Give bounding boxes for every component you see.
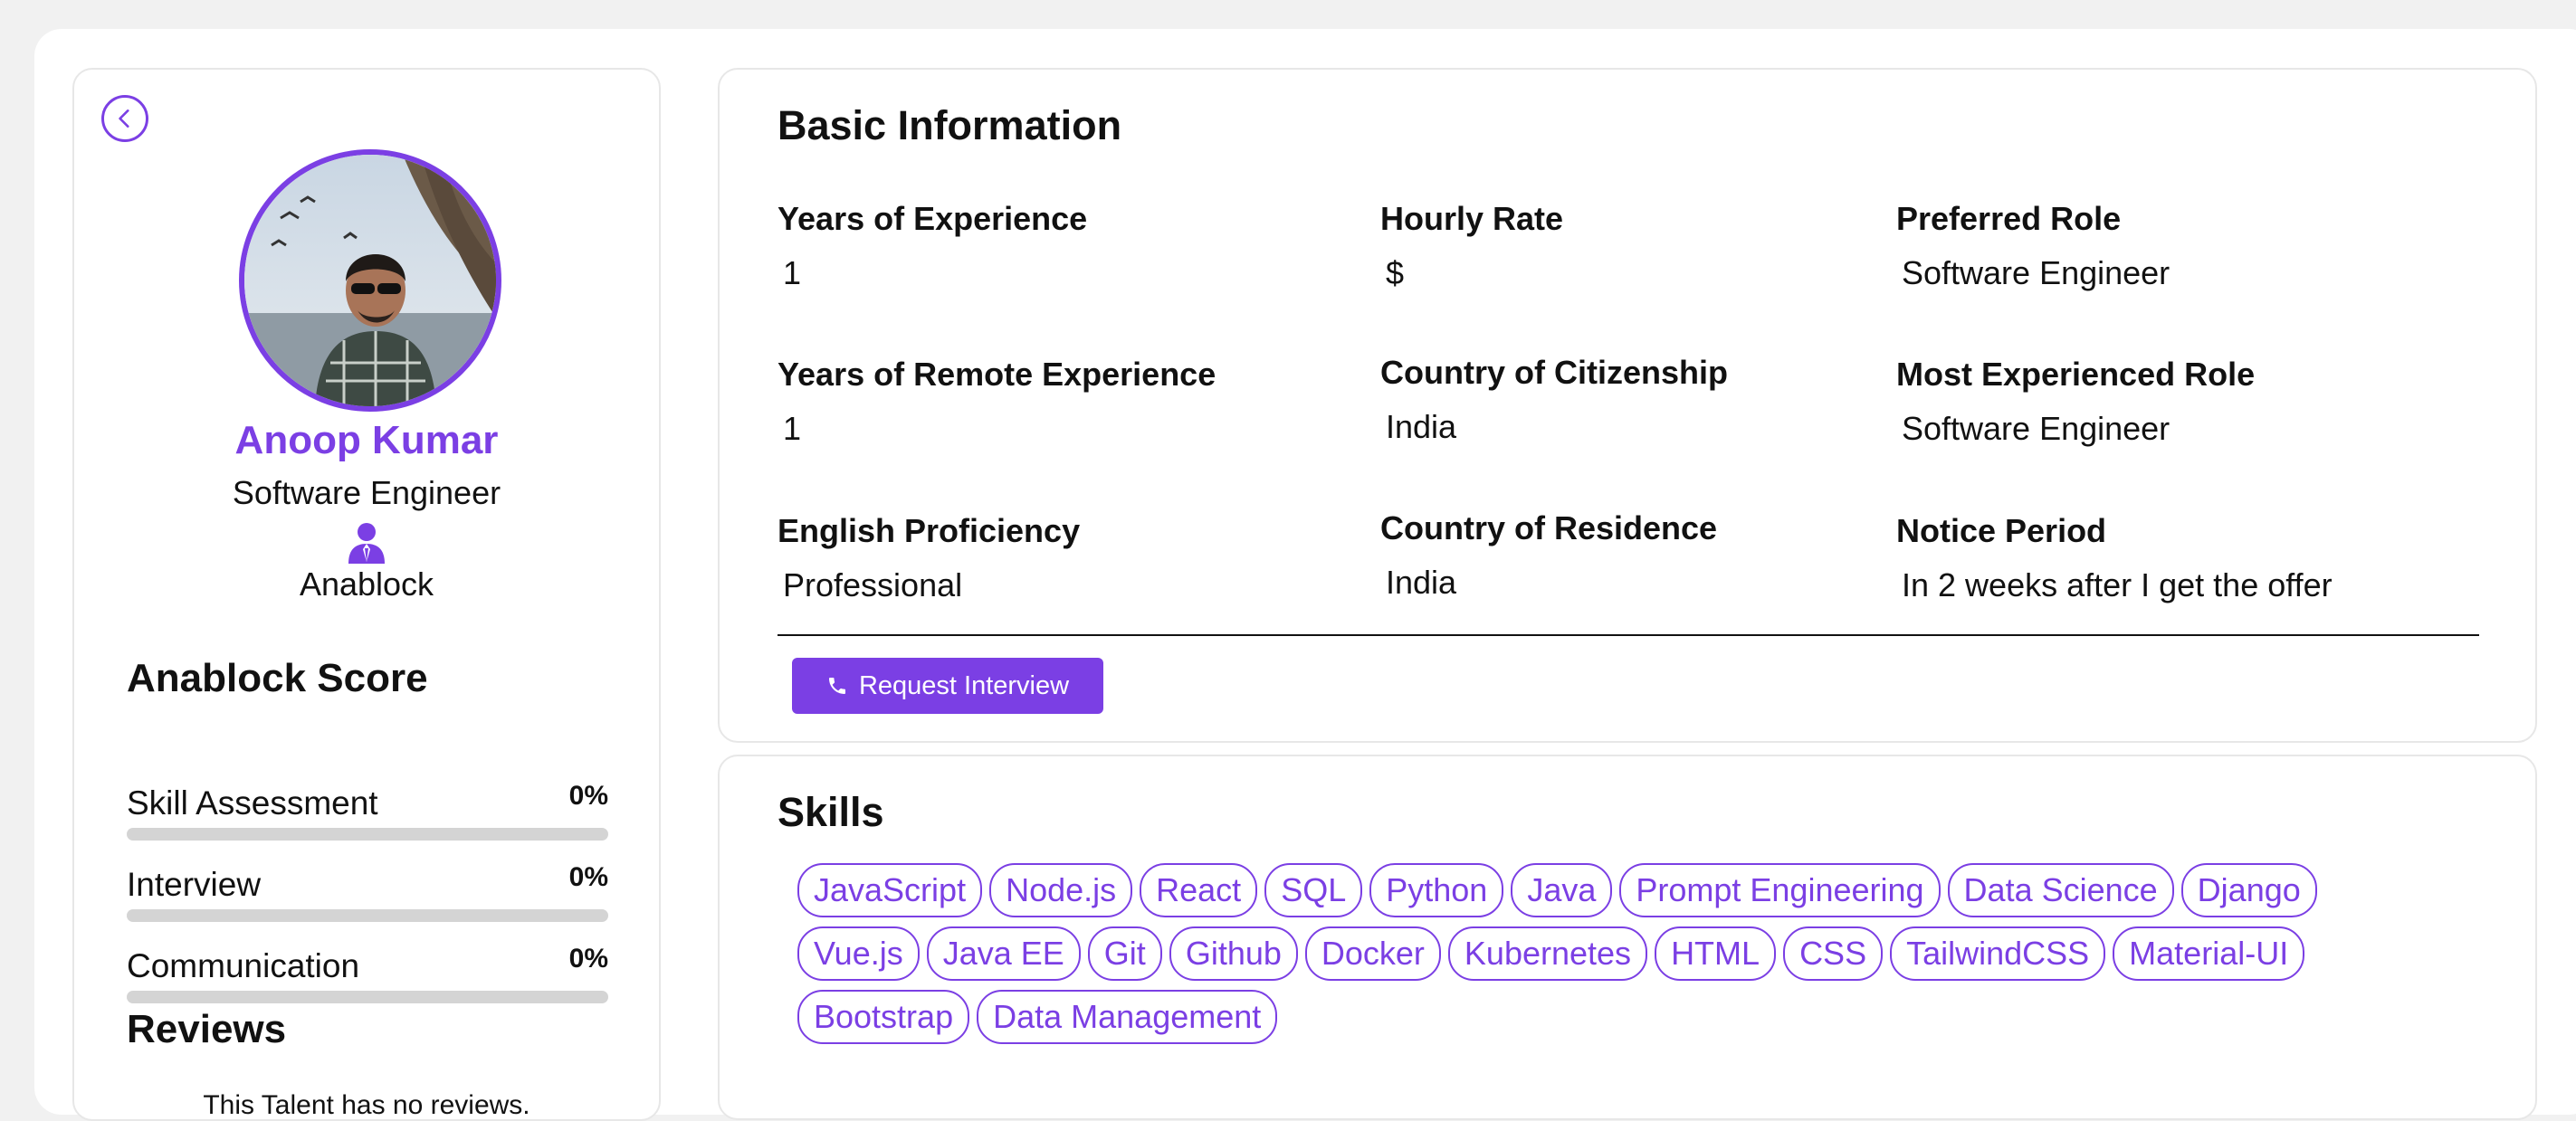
field-country-residence: Country of Residence India: [1380, 509, 1717, 602]
score-progress-bar: [127, 828, 608, 841]
basic-info-title: Basic Information: [778, 102, 1122, 148]
field-label: Country of Citizenship: [1380, 354, 1728, 391]
field-country-citizenship: Country of Citizenship India: [1380, 354, 1728, 446]
phone-icon: [828, 678, 845, 694]
field-label: Notice Period: [1896, 512, 2107, 549]
skill-tag[interactable]: JavaScript: [797, 863, 983, 917]
field-value: Software Engineer: [1902, 254, 2171, 291]
request-interview-button[interactable]: Request Interview: [792, 658, 1103, 714]
score-label: Communication: [127, 947, 360, 984]
field-value: Software Engineer: [1902, 410, 2171, 447]
profile-card: Anoop Kumar Software Engineer Anablock A…: [72, 68, 661, 1121]
field-label: English Proficiency: [778, 512, 1081, 549]
score-progress-bar: [127, 909, 608, 922]
skill-tag[interactable]: HTML: [1655, 926, 1777, 981]
skill-tag[interactable]: Python: [1369, 863, 1504, 917]
skill-tag[interactable]: Data Management: [977, 990, 1278, 1044]
field-label: Years of Remote Experience: [778, 356, 1216, 393]
field-preferred-role: Preferred Role Software Engineer: [1896, 200, 2170, 292]
skill-tag[interactable]: SQL: [1264, 863, 1363, 917]
field-label: Years of Experience: [778, 200, 1088, 237]
skills-title: Skills: [778, 789, 884, 835]
field-notice-period: Notice Period In 2 weeks after I get the…: [1896, 512, 2333, 604]
field-value: 1: [783, 254, 802, 291]
skill-tag[interactable]: Vue.js: [797, 926, 920, 981]
skills-tag-list: JavaScript Node.js React SQL Python Java…: [797, 863, 2427, 1044]
skill-tag[interactable]: Django: [2180, 863, 2317, 917]
field-value: India: [1386, 408, 1457, 445]
skills-card: Skills JavaScript Node.js React SQL Pyth…: [718, 755, 2537, 1120]
skill-tag[interactable]: Data Science: [1947, 863, 2174, 917]
profile-role: Software Engineer: [232, 474, 501, 511]
basic-info-card: Basic Information Years of Experience 1 …: [718, 68, 2537, 743]
score-percent: 0%: [568, 862, 608, 892]
field-label: Country of Residence: [1380, 509, 1718, 546]
score-percent: 0%: [568, 944, 608, 974]
score-percent: 0%: [568, 781, 608, 811]
field-english-proficiency: English Proficiency Professional: [778, 512, 1080, 604]
skill-tag[interactable]: Java: [1511, 863, 1613, 917]
score-label: Interview: [127, 866, 262, 903]
field-most-experienced-role: Most Experienced Role Software Engineer: [1896, 356, 2255, 448]
skill-tag[interactable]: TailwindCSS: [1890, 926, 2106, 981]
profile-company: Anablock: [299, 565, 434, 603]
chevron-left-icon: [119, 109, 129, 128]
user-tie-icon: [348, 523, 385, 564]
divider: [778, 634, 2479, 636]
avatar: [239, 149, 501, 412]
skill-tag[interactable]: Github: [1169, 926, 1298, 981]
skill-tag[interactable]: CSS: [1783, 926, 1884, 981]
field-value: 1: [783, 410, 802, 447]
skill-tag[interactable]: React: [1140, 863, 1258, 917]
field-value: Professional: [783, 566, 963, 603]
skill-tag[interactable]: Prompt Engineering: [1619, 863, 1941, 917]
skill-tag[interactable]: Bootstrap: [797, 990, 970, 1044]
skill-tag[interactable]: Material-UI: [2113, 926, 2305, 981]
skill-tag[interactable]: Java EE: [926, 926, 1081, 981]
reviews-empty-text: This Talent has no reviews.: [203, 1090, 530, 1120]
score-title: Anablock Score: [127, 656, 428, 700]
field-years-experience: Years of Experience 1: [778, 200, 1087, 292]
field-value: $: [1386, 254, 1405, 291]
skill-tag[interactable]: Node.js: [989, 863, 1133, 917]
reviews-title: Reviews: [127, 1007, 287, 1051]
skill-tag[interactable]: Docker: [1304, 926, 1441, 981]
field-label: Hourly Rate: [1380, 200, 1564, 237]
back-button[interactable]: [101, 95, 148, 142]
field-label: Most Experienced Role: [1896, 356, 2256, 393]
field-years-remote: Years of Remote Experience 1: [778, 356, 1216, 448]
field-value: India: [1386, 564, 1457, 601]
score-label: Skill Assessment: [127, 784, 378, 822]
score-progress-bar: [127, 991, 608, 1003]
field-hourly-rate: Hourly Rate $: [1380, 200, 1563, 292]
skill-tag[interactable]: Kubernetes: [1447, 926, 1648, 981]
profile-name: Anoop Kumar: [234, 418, 499, 462]
field-label: Preferred Role: [1896, 200, 2122, 237]
field-value: In 2 weeks after I get the offer: [1902, 566, 2333, 603]
skill-tag[interactable]: Git: [1087, 926, 1162, 981]
request-interview-label: Request Interview: [858, 670, 1070, 700]
